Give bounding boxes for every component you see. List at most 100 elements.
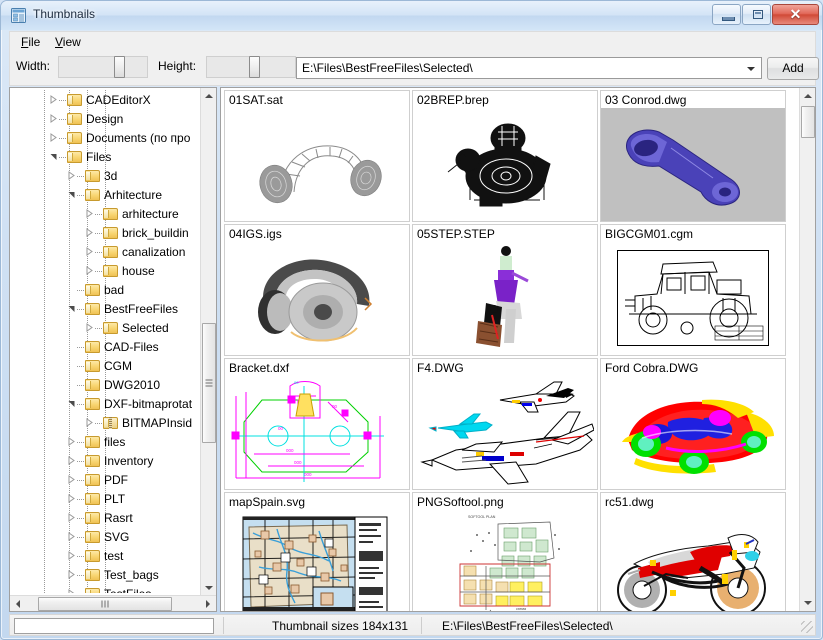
tree-node[interactable]: Inventory [12, 453, 202, 469]
thumbnails-scroll-up-button[interactable] [800, 88, 816, 104]
folder-icon [103, 265, 118, 277]
tree-node[interactable]: files [12, 434, 202, 450]
expand-arrow-icon[interactable] [67, 551, 76, 560]
folder-icon [85, 398, 100, 410]
svg-text:схема: схема [516, 607, 526, 611]
expand-arrow-icon[interactable] [49, 95, 58, 104]
expand-arrow-icon[interactable] [67, 475, 76, 484]
expand-arrow-icon[interactable] [67, 589, 76, 593]
width-slider-thumb[interactable] [114, 56, 125, 78]
minimize-button[interactable] [712, 4, 741, 25]
menu-item-file[interactable]: File [16, 34, 45, 50]
thumbnail-cell[interactable]: Bracket.dxf [224, 358, 410, 490]
tree-node[interactable]: bad [12, 282, 202, 298]
expand-arrow-icon[interactable] [67, 513, 76, 522]
tree-node[interactable]: Design [12, 111, 202, 127]
thumbnail-cell[interactable]: 03 Conrod.dwg [600, 90, 786, 222]
expand-arrow-icon[interactable] [67, 570, 76, 579]
tree-node[interactable]: Rasrt [12, 510, 202, 526]
thumbnail-preview-black-engine [413, 109, 597, 219]
tree-node[interactable]: Files [12, 149, 202, 165]
tree-node[interactable]: test [12, 548, 202, 564]
folder-icon [85, 493, 100, 505]
tree-horizontal-scrollbar[interactable] [10, 595, 216, 611]
tree-node[interactable]: CADEditorX [12, 92, 202, 108]
tree-hscroll-thumb[interactable] [38, 597, 172, 611]
tree-node[interactable]: 3d [12, 168, 202, 184]
path-combobox[interactable]: E:\Files\BestFreeFiles\Selected\ [296, 57, 762, 79]
tree-node[interactable]: Selected [12, 320, 202, 336]
height-slider-thumb[interactable] [249, 56, 260, 78]
expand-arrow-icon[interactable] [85, 247, 94, 256]
expand-arrow-icon[interactable] [85, 418, 94, 427]
expand-arrow-icon[interactable] [85, 209, 94, 218]
tree-node[interactable]: PDF [12, 472, 202, 488]
tree-node[interactable]: Test_bags [12, 567, 202, 583]
tree-node[interactable]: Documents (по про [12, 130, 202, 146]
chevron-down-icon[interactable] [747, 67, 755, 71]
thumbnail-cell[interactable]: F4.DWG [412, 358, 598, 490]
expand-arrow-icon[interactable] [67, 456, 76, 465]
tree-node[interactable]: DXF-bitmaprotat [12, 396, 202, 412]
thumbnail-grid-panel[interactable]: 01SAT.sat 02BREP.brep [220, 87, 816, 612]
close-button[interactable]: ✕ [772, 4, 819, 25]
tree-node[interactable]: house [12, 263, 202, 279]
thumbnails-scroll-down-button[interactable] [800, 595, 816, 611]
status-separator [223, 617, 224, 634]
thumbnails-vertical-scrollbar[interactable] [799, 88, 815, 611]
expand-arrow-icon[interactable] [49, 114, 58, 123]
expand-arrow-icon[interactable] [85, 228, 94, 237]
tree-scroll-right-button[interactable] [200, 596, 216, 612]
tree-node[interactable]: brick_buildin [12, 225, 202, 241]
expand-arrow-icon[interactable] [67, 494, 76, 503]
folder-tree[interactable]: CADEditorX Design Documents (по про Files 3d… [12, 90, 202, 593]
collapse-arrow-icon[interactable] [67, 190, 76, 199]
thumbnail-cell[interactable]: 05STEP.STEP [412, 224, 598, 356]
folder-tree-panel[interactable]: CADEditorX Design Documents (по про Files 3d… [9, 87, 217, 612]
collapse-arrow-icon[interactable] [49, 152, 58, 161]
tree-node[interactable]: Arhitecture [12, 187, 202, 203]
tree-node[interactable]: SVG [12, 529, 202, 545]
maximize-button[interactable] [742, 4, 771, 25]
expand-arrow-icon[interactable] [49, 133, 58, 142]
tree-node[interactable]: canalization [12, 244, 202, 260]
expand-arrow-icon[interactable] [85, 266, 94, 275]
thumbnail-cell[interactable]: mapSpain.svg [224, 492, 410, 612]
tree-node-label: PLT [104, 492, 125, 506]
tree-vertical-scrollbar[interactable] [200, 88, 216, 596]
collapse-arrow-icon[interactable] [67, 399, 76, 408]
thumbnail-cell[interactable]: BIGCGM01.cgm [600, 224, 786, 356]
menu-item-view[interactable]: View [50, 34, 86, 50]
tree-node[interactable]: arhitecture [12, 206, 202, 222]
expand-arrow-icon[interactable] [85, 323, 94, 332]
thumbnail-cell[interactable]: 04IGS.igs [224, 224, 410, 356]
tree-scroll-left-button[interactable] [10, 596, 26, 612]
thumbnail-filename: 03 Conrod.dwg [605, 93, 686, 107]
expand-arrow-icon[interactable] [67, 437, 76, 446]
add-button[interactable]: Add [767, 57, 819, 80]
tree-node[interactable]: CGM [12, 358, 202, 374]
thumbnail-cell[interactable]: Ford Cobra.DWG [600, 358, 786, 490]
collapse-arrow-icon[interactable] [67, 304, 76, 313]
tree-node-label: Arhitecture [104, 188, 162, 202]
thumbnail-cell[interactable]: 02BREP.brep [412, 90, 598, 222]
status-input[interactable] [14, 618, 214, 634]
resize-grip-icon[interactable] [801, 621, 813, 633]
tree-node[interactable]: PLT [12, 491, 202, 507]
thumbnail-cell[interactable]: rc51.dwg [600, 492, 786, 612]
tree-node[interactable]: CAD-Files [12, 339, 202, 355]
tree-scroll-thumb[interactable] [202, 323, 216, 443]
thumbnail-cell[interactable]: 01SAT.sat [224, 90, 410, 222]
thumbnails-scroll-thumb[interactable] [801, 106, 815, 138]
tree-scroll-down-button[interactable] [201, 580, 217, 596]
expand-arrow-icon[interactable] [67, 171, 76, 180]
width-slider[interactable] [58, 56, 148, 78]
tree-scroll-up-button[interactable] [201, 88, 217, 104]
thumbnail-cell[interactable]: PNGSoftool.png SOFTOOL PLAN схема ЭКСПОЦ… [412, 492, 598, 612]
expand-arrow-icon[interactable] [67, 532, 76, 541]
tree-node[interactable]: BestFreeFiles [12, 301, 202, 317]
tree-node[interactable]: TestFiles [12, 586, 202, 593]
tree-node[interactable]: DWG2010 [12, 377, 202, 393]
height-slider[interactable] [206, 56, 296, 78]
tree-node[interactable]: BITMAPInsid [12, 415, 202, 431]
